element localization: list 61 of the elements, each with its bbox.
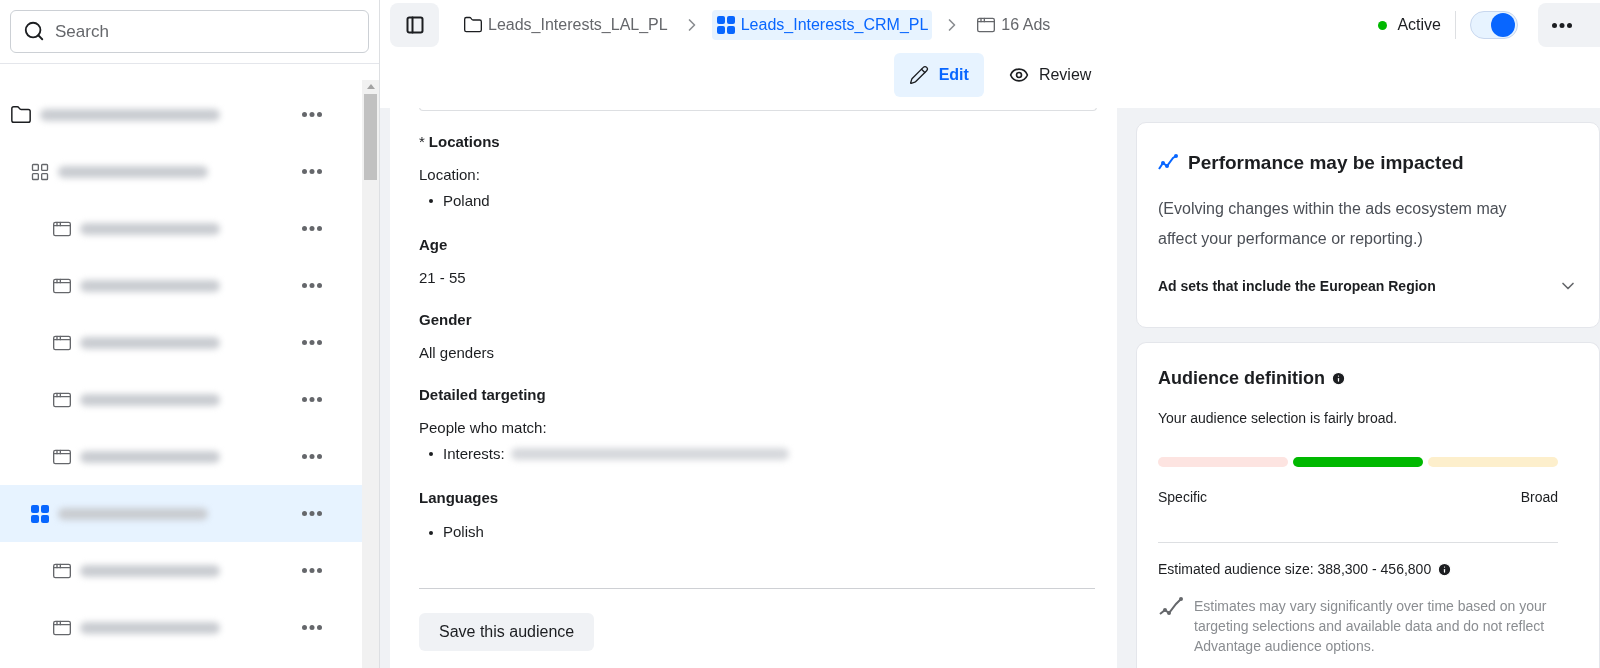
region-accordion[interactable]: Ad sets that include the European Region: [1158, 275, 1578, 297]
eye-icon: [1008, 65, 1029, 85]
definition-title: Audience definition: [1158, 366, 1325, 390]
more-icon[interactable]: [302, 625, 322, 630]
notice-text: (Evolving changes within the ads ecosystem may affect your performance or reporting.): [1158, 198, 1508, 249]
scale-high-label: Broad: [1520, 487, 1558, 507]
trend-icon: [1158, 595, 1184, 618]
window-icon: [976, 15, 997, 35]
sidebar-toggle-button[interactable]: [390, 3, 439, 47]
section-title: Gender: [419, 310, 472, 330]
mode-tab[interactable]: Edit: [893, 53, 984, 97]
more-button[interactable]: [1538, 3, 1600, 47]
folder-icon: [463, 15, 483, 35]
grid-icon: [715, 15, 736, 35]
bullet: [429, 199, 433, 203]
more-icon[interactable]: [302, 112, 322, 117]
required-marker: *: [419, 132, 425, 152]
status-label: Active: [1397, 15, 1441, 35]
more-icon[interactable]: [302, 568, 322, 573]
bullet: [429, 452, 433, 456]
breadcrumb-link[interactable]: 16 Ads: [972, 10, 1055, 40]
pencil-icon: [908, 65, 929, 85]
grid-icon: [30, 161, 50, 182]
more-icon[interactable]: [302, 340, 322, 345]
more-icon[interactable]: [302, 454, 322, 459]
section-title: Languages: [419, 488, 499, 508]
search-field[interactable]: Search: [10, 10, 369, 53]
more-icon[interactable]: [302, 397, 322, 402]
scrollbar[interactable]: [362, 80, 379, 668]
more-icon: [1552, 22, 1572, 28]
more-icon[interactable]: [302, 511, 322, 516]
toggle-switch[interactable]: [1470, 11, 1518, 39]
section-title: Age: [419, 235, 448, 255]
panel-icon: [404, 15, 425, 35]
breadcrumb-link[interactable]: Leads_Interests_LAL_PL: [459, 10, 672, 40]
definition-summary: Your audience selection is fairly broad.: [1158, 408, 1399, 428]
bullet: [429, 530, 433, 535]
section-title: Detailed targeting: [419, 385, 546, 405]
more-icon[interactable]: [302, 283, 322, 288]
breadcrumb-link[interactable]: Leads_Interests_CRM_PL: [711, 10, 933, 40]
section-value: 21 - 55: [419, 267, 467, 288]
notice-title: Performance may be impacted: [1188, 151, 1464, 175]
info-icon: [1331, 370, 1346, 386]
section-title: Locations: [428, 132, 500, 152]
section-intro: People who match:: [419, 417, 548, 438]
search-icon: [23, 20, 45, 42]
more-icon[interactable]: [302, 169, 322, 174]
list-item: Polish: [443, 522, 484, 543]
audience-size: Estimated audience size: 388,300 - 456,800: [1158, 559, 1432, 579]
grid-icon: [30, 503, 50, 524]
folder-icon: [10, 103, 32, 126]
section-value: All genders: [419, 342, 496, 363]
scale-low-label: Specific: [1158, 487, 1208, 507]
save-audience-button[interactable]: Save this audience: [419, 612, 595, 651]
more-icon[interactable]: [302, 226, 322, 231]
mode-tab[interactable]: Review: [993, 53, 1107, 97]
info-icon: [1437, 561, 1453, 577]
list-item: Poland: [443, 190, 490, 211]
section-intro: Location:: [419, 164, 481, 185]
list-item: Interests:: [443, 443, 505, 464]
estimate-disclaimer: Estimates may vary significantly over time based on your targeting selections and available data and do not reflect Advantage audience options.: [1194, 596, 1548, 656]
